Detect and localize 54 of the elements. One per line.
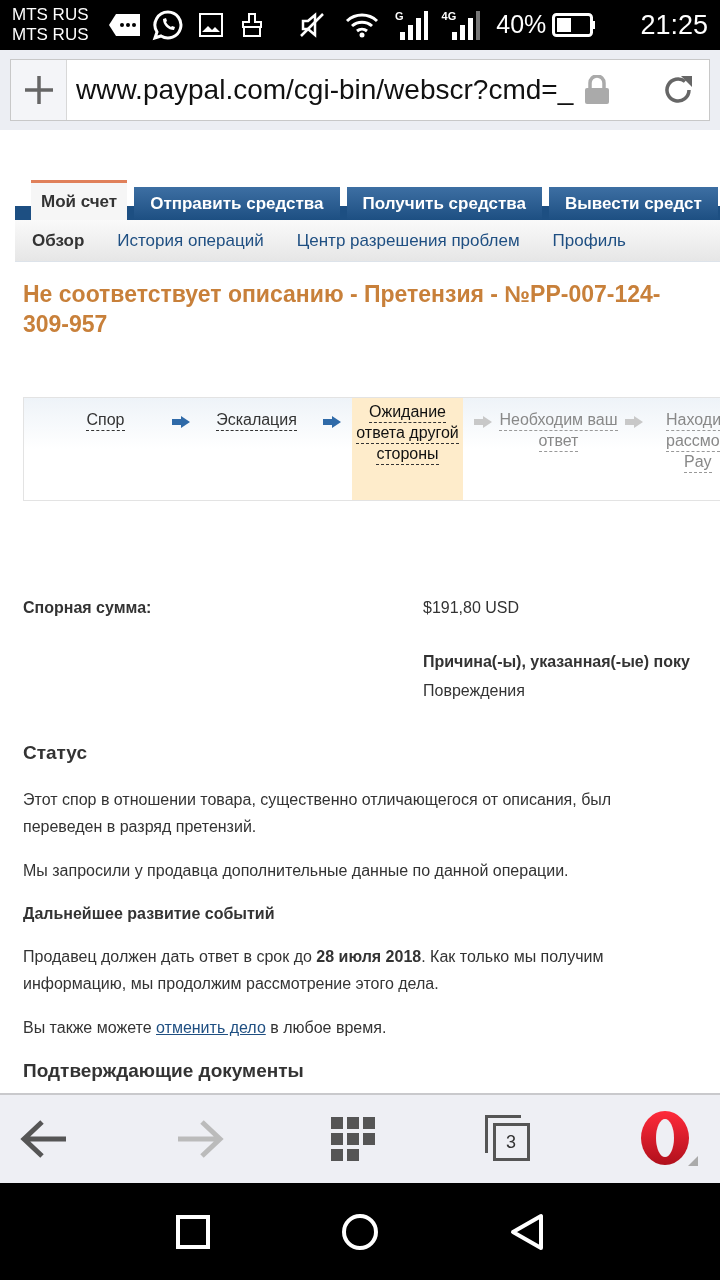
paragraph: Мы запросили у продавца дополнительные данные по данной операции.: [23, 860, 570, 881]
carrier-name: MTS RUS: [12, 25, 90, 45]
step-arrow-icon: [172, 416, 190, 428]
section-heading: Подтверждающие документы: [23, 1058, 305, 1083]
battery-percent: 40%: [496, 9, 547, 41]
whatsapp-icon: [152, 9, 184, 41]
step-label[interactable]: Ожидание: [369, 402, 446, 423]
network-type-label: 4G: [441, 10, 457, 22]
network-type-label: G: [395, 10, 404, 22]
recents-button-icon[interactable]: [175, 1214, 210, 1249]
back-button-icon[interactable]: [510, 1212, 545, 1251]
muted-icon: [299, 12, 325, 38]
step-label[interactable]: Pay: [684, 452, 712, 473]
cancel-link[interactable]: отменить дело: [156, 1018, 266, 1036]
paragraph: Этот спор в отношении товара, существенно отличающегося от описания, был переведен в разряд претензий.: [23, 789, 613, 837]
reason-value: Повреждения: [423, 681, 526, 701]
wifi-icon: [345, 12, 379, 38]
step-label[interactable]: ответа другой: [356, 423, 459, 444]
step-arrow-icon: [474, 416, 492, 428]
step-arrow-icon: [323, 416, 341, 428]
reason-label: Причина(-ы), указанная(-ые) поку: [423, 652, 691, 672]
address-bar[interactable]: www.paypal.com/cgi-bin/webscr?cmd=_: [10, 59, 710, 121]
page-title: Не соответствует описанию - Претензия - №PP-007-124-309-957: [23, 280, 662, 339]
paragraph: Продавец должен дать ответ в срок до 28 июля 2018. Как только мы получим информацию, мы продолжим рассмотрение этого дела.: [23, 946, 605, 994]
subnav-link[interactable]: Центр разрешения проблем: [296, 227, 520, 254]
amount-value: $191,80 USD: [423, 598, 520, 618]
message-icon: [108, 12, 142, 38]
section-heading: Статус: [23, 741, 89, 765]
step-label[interactable]: Спор: [86, 410, 125, 431]
subnav-link[interactable]: История операций: [117, 227, 264, 254]
step-label[interactable]: рассмо: [666, 431, 720, 452]
nav-tab[interactable]: Мой счет: [31, 180, 128, 220]
amount-label: Спорная сумма:: [23, 598, 153, 618]
plus-icon[interactable]: [23, 75, 54, 105]
opera-logo[interactable]: [638, 1110, 700, 1168]
step-label[interactable]: стороны: [376, 444, 439, 465]
clock-time: 21:25: [640, 8, 708, 42]
brush-icon: [241, 12, 263, 38]
subnav-link[interactable]: Профиль: [552, 227, 626, 254]
lock-icon: [583, 75, 612, 105]
step-arrow-icon: [625, 416, 643, 428]
nav-tab[interactable]: Вывести средст: [548, 187, 718, 220]
paragraph: Вы также можете отменить дело в любое время.: [23, 1017, 388, 1038]
home-button-icon[interactable]: [341, 1212, 379, 1251]
battery-icon: [552, 13, 597, 37]
speed-dial-icon[interactable]: [331, 1117, 377, 1161]
nav-tab[interactable]: Отправить средства: [134, 187, 340, 220]
carrier-name: MTS RUS: [12, 5, 90, 25]
subnav-link[interactable]: Обзор: [32, 227, 85, 254]
back-arrow-icon[interactable]: [20, 1119, 68, 1159]
step-label[interactable]: Эскалация: [216, 410, 297, 431]
subsection-heading: Дальнейшее развитие событий: [23, 903, 276, 924]
image-icon: [199, 13, 223, 37]
nav-tab[interactable]: Получить средства: [346, 187, 542, 220]
